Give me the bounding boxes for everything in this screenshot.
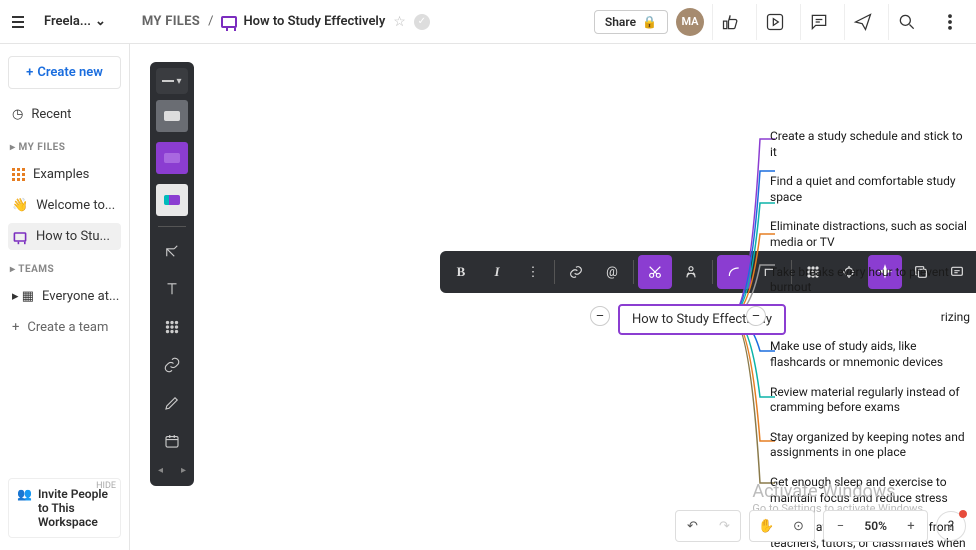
sidebar-item-howto[interactable]: How to Stu... xyxy=(8,223,121,250)
cut-button[interactable] xyxy=(638,255,672,289)
thumb-2[interactable] xyxy=(156,142,188,174)
grid-icon xyxy=(12,168,25,181)
breadcrumb-root[interactable]: MY FILES xyxy=(142,14,200,29)
link-button[interactable] xyxy=(559,255,593,289)
help-button[interactable]: ? xyxy=(936,511,966,541)
clock-icon: ◷ xyxy=(12,107,23,122)
hide-button[interactable]: HIDE xyxy=(96,481,116,491)
undo-button[interactable]: ↶ xyxy=(676,511,708,541)
zoom-in-button[interactable]: + xyxy=(895,511,927,541)
branch-item[interactable]: rizing xyxy=(900,310,970,326)
workspace-dropdown[interactable]: Freela... ⌄ xyxy=(36,10,114,33)
wave-icon: 👋 xyxy=(12,198,28,213)
hamburger-icon[interactable] xyxy=(8,12,28,32)
play-icon[interactable] xyxy=(756,4,792,40)
grid-tool[interactable] xyxy=(154,309,190,345)
avatar[interactable]: MA xyxy=(676,8,704,36)
branch-item[interactable]: Create a study schedule and stick to it xyxy=(770,129,970,160)
create-new-button[interactable]: + Create new xyxy=(8,56,121,89)
comment-icon[interactable] xyxy=(800,4,836,40)
link-tool[interactable] xyxy=(154,347,190,383)
thumbs-up-icon[interactable] xyxy=(712,4,748,40)
chevron-down-icon: ⌄ xyxy=(95,14,106,29)
invite-box[interactable]: HIDE 👥 Invite People to This Workspace xyxy=(8,478,121,538)
prev-page[interactable]: ◂ xyxy=(158,465,163,476)
sidebar-item-team[interactable]: ▸ ▦ Everyone at... xyxy=(8,283,121,310)
people-icon: 👥 xyxy=(17,487,32,501)
text-tool[interactable] xyxy=(154,271,190,307)
presentation-icon xyxy=(221,16,237,28)
next-page[interactable]: ▸ xyxy=(181,465,186,476)
redo-button[interactable]: ↷ xyxy=(708,511,740,541)
branch-item[interactable]: Find a quiet and comfortable study space xyxy=(770,174,970,205)
thumb-3[interactable] xyxy=(156,184,188,216)
branch-item[interactable]: Review material regularly instead of cra… xyxy=(770,385,970,416)
branch-item[interactable]: Make use of study aids, like flashcards … xyxy=(770,339,970,370)
share-button[interactable]: Share 🔒 xyxy=(594,10,668,34)
zoom-level[interactable]: 50% xyxy=(856,519,895,533)
section-my-files: ▸ MY FILES xyxy=(10,142,121,153)
sidebar-item-welcome[interactable]: 👋 Welcome to... xyxy=(8,192,121,219)
sidebar: + Create new ◷ Recent ▸ MY FILES Example… xyxy=(0,44,130,550)
more-icon[interactable] xyxy=(932,4,968,40)
sidebar-item-examples[interactable]: Examples xyxy=(8,161,121,188)
branch-item[interactable]: Eliminate distractions, such as social m… xyxy=(770,219,970,250)
bold-button[interactable]: B xyxy=(444,255,478,289)
check-icon[interactable]: ✓ xyxy=(414,14,430,30)
breadcrumb-title[interactable]: How to Study Effectively xyxy=(243,14,385,29)
more-text-button[interactable]: ⋮ xyxy=(516,255,550,289)
presentation-icon xyxy=(14,232,27,242)
pen-tool[interactable] xyxy=(154,385,190,421)
collapse-right-handle[interactable]: – xyxy=(746,306,766,326)
workspace-name: Freela... xyxy=(44,14,91,29)
canvas[interactable]: ▾ ◂ ▸ B I ⋮ @ xyxy=(130,44,976,550)
person-button[interactable] xyxy=(674,255,708,289)
send-icon[interactable] xyxy=(844,4,880,40)
branch-item[interactable]: Take breaks every hour to prevent burnou… xyxy=(770,265,970,296)
star-icon[interactable]: ☆ xyxy=(393,14,406,30)
zoom-out-button[interactable]: − xyxy=(824,511,856,541)
tool-selector[interactable]: ▾ xyxy=(156,68,188,94)
hand-tool[interactable]: ✋ xyxy=(750,511,782,541)
bottom-controls: ↶ ↷ ✋ ⊙ − 50% + ? xyxy=(675,510,966,542)
fit-button[interactable]: ⊙ xyxy=(782,511,814,541)
thumb-1[interactable] xyxy=(156,100,188,132)
section-teams: ▸ TEAMS xyxy=(10,264,121,275)
tool-panel: ▾ ◂ ▸ xyxy=(150,62,194,486)
lock-icon: 🔒 xyxy=(642,15,657,29)
create-team-button[interactable]: + Create a team xyxy=(8,314,121,341)
calendar-tool[interactable] xyxy=(154,423,190,459)
arrow-tool[interactable] xyxy=(154,233,190,269)
italic-button[interactable]: I xyxy=(480,255,514,289)
branch-item[interactable]: Stay organized by keeping notes and assi… xyxy=(770,430,970,461)
search-icon[interactable] xyxy=(888,4,924,40)
recent-item[interactable]: ◷ Recent xyxy=(8,101,121,128)
breadcrumb: MY FILES / How to Study Effectively ☆ ✓ xyxy=(142,14,430,30)
collapse-left-handle[interactable]: – xyxy=(590,306,610,326)
mention-button[interactable]: @ xyxy=(595,255,629,289)
